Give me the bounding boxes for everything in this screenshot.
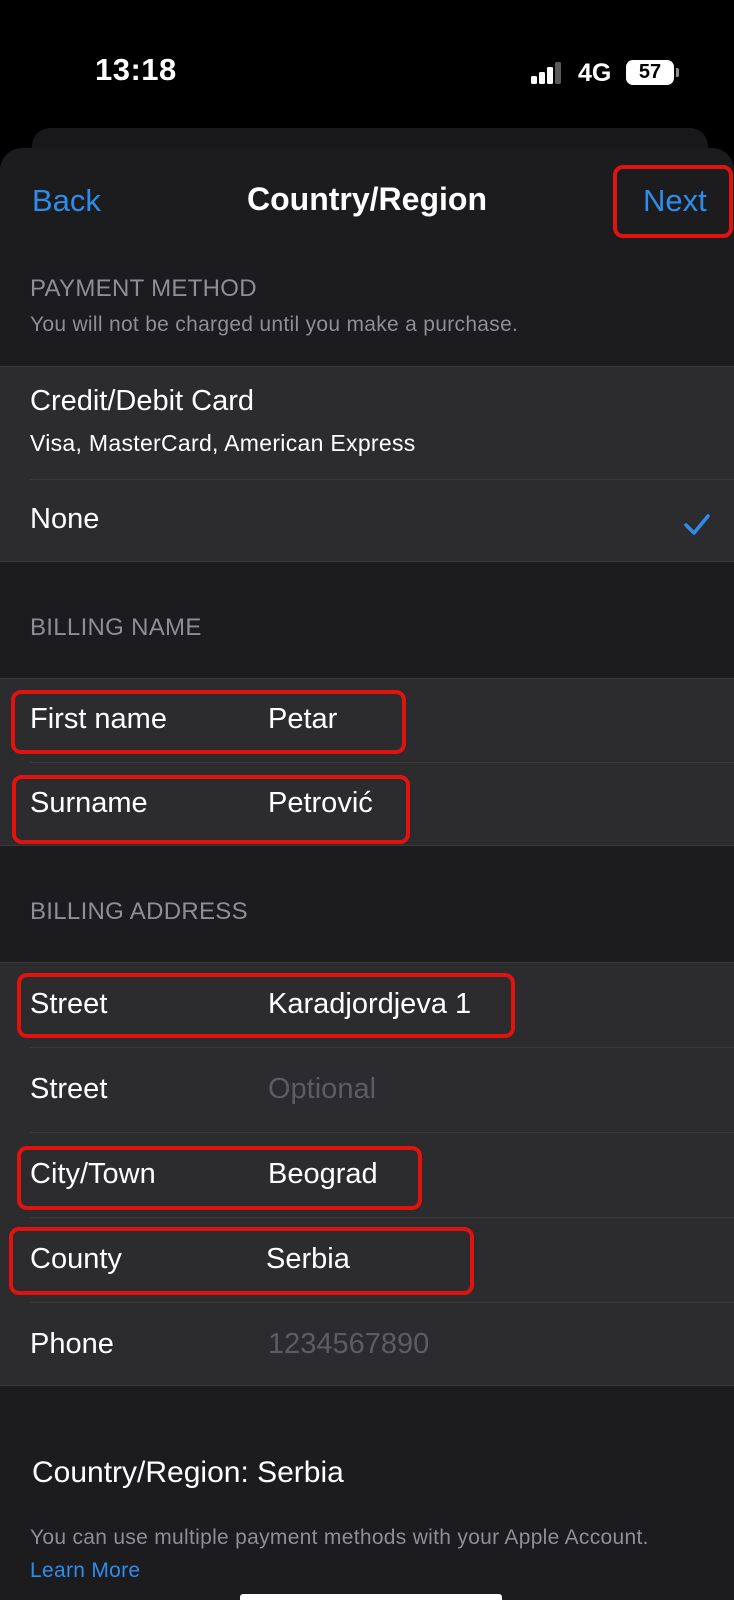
- phone-input[interactable]: 1234567890: [268, 1328, 429, 1361]
- city-field[interactable]: City/Town Beograd: [0, 1133, 734, 1217]
- field-label: Street: [30, 1073, 108, 1105]
- street-input[interactable]: Karadjordjeva 1: [268, 988, 471, 1021]
- navigation-bar: Back Country/Region Next: [0, 148, 734, 258]
- payment-option-none[interactable]: None: [0, 480, 734, 562]
- payment-method-note: You will not be charged until you make a…: [30, 313, 519, 336]
- network-type: 4G: [578, 59, 612, 87]
- billing-name-list: First name Petar Surname Petrović: [0, 678, 734, 846]
- payment-option-sublabel: Visa, MasterCard, American Express: [30, 430, 416, 456]
- payment-method-list: Credit/Debit Card Visa, MasterCard, Amer…: [0, 366, 734, 562]
- field-label: County: [30, 1243, 122, 1275]
- checkmark-icon: [684, 514, 710, 535]
- status-bar: 13:18 4G 57: [0, 0, 734, 130]
- phone-field[interactable]: Phone 1234567890: [0, 1303, 734, 1386]
- page-title: Country/Region: [247, 181, 487, 217]
- field-label: City/Town: [30, 1158, 156, 1190]
- next-button[interactable]: Next: [643, 183, 707, 219]
- street-2-field[interactable]: Street Optional: [0, 1048, 734, 1132]
- payment-option-label: Credit/Debit Card: [30, 385, 255, 417]
- first-name-field[interactable]: First name Petar: [0, 679, 734, 762]
- billing-address-header: BILLING ADDRESS: [30, 898, 248, 925]
- learn-more-link[interactable]: Learn More: [30, 1559, 140, 1583]
- street-2-input[interactable]: Optional: [268, 1073, 376, 1106]
- battery-cap: [676, 68, 679, 77]
- home-indicator: [240, 1594, 502, 1600]
- county-field[interactable]: County Serbia: [0, 1218, 734, 1302]
- surname-input[interactable]: Petrović: [268, 787, 373, 820]
- street-field[interactable]: Street Karadjordjeva 1: [0, 963, 734, 1047]
- payment-option-label: None: [30, 503, 100, 535]
- billing-name-header: BILLING NAME: [30, 614, 202, 641]
- payment-methods-note: You can use multiple payment methods wit…: [30, 1526, 649, 1549]
- billing-address-list: Street Karadjordjeva 1 Street Optional C…: [0, 962, 734, 1386]
- status-time: 13:18: [95, 52, 177, 87]
- first-name-input[interactable]: Petar: [268, 703, 337, 736]
- surname-field[interactable]: Surname Petrović: [0, 763, 734, 846]
- payment-option-card[interactable]: Credit/Debit Card Visa, MasterCard, Amer…: [0, 367, 734, 479]
- field-label: Phone: [30, 1328, 114, 1360]
- field-label: Street: [30, 988, 108, 1020]
- country-region-sheet: Back Country/Region Next PAYMENT METHOD …: [0, 148, 734, 1600]
- county-input[interactable]: Serbia: [266, 1243, 350, 1276]
- signal-icon: [531, 60, 561, 84]
- battery-icon: 57: [626, 60, 674, 85]
- battery-level: 57: [638, 61, 662, 83]
- city-input[interactable]: Beograd: [268, 1158, 378, 1191]
- field-label: Surname: [30, 787, 148, 819]
- country-region-label: Country/Region: Serbia: [32, 1456, 344, 1489]
- field-label: First name: [30, 703, 167, 735]
- payment-method-header: PAYMENT METHOD: [30, 275, 257, 302]
